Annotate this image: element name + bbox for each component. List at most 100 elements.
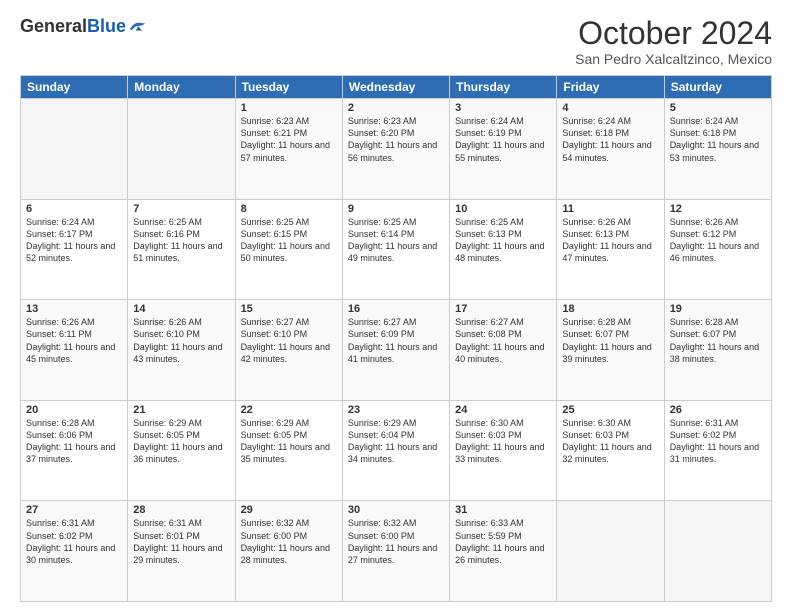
day-number: 5 <box>670 102 766 114</box>
header: GeneralBlue October 2024 San Pedro Xalca… <box>20 16 772 67</box>
cell-content: Sunrise: 6:26 AMSunset: 6:12 PMDaylight:… <box>670 217 759 263</box>
day-number: 18 <box>562 303 658 315</box>
day-number: 8 <box>241 203 337 215</box>
calendar-cell: 7Sunrise: 6:25 AMSunset: 6:16 PMDaylight… <box>128 199 235 300</box>
calendar-cell: 6 Sunrise: 6:24 AMSunset: 6:17 PMDaylight… <box>21 199 128 300</box>
calendar-cell: 14Sunrise: 6:26 AMSunset: 6:10 PMDayligh… <box>128 300 235 401</box>
cell-content: Sunrise: 6:32 AMSunset: 6:00 PMDaylight:… <box>241 518 330 564</box>
calendar-cell: 11 Sunrise: 6:26 AMSunset: 6:13 PMDayligh… <box>557 199 664 300</box>
cell-content: Sunrise: 6:27 AMSunset: 6:08 PMDaylight:… <box>455 317 544 363</box>
cell-content: Sunrise: 6:29 AMSunset: 6:05 PMDaylight:… <box>241 418 330 464</box>
calendar-cell: 22Sunrise: 6:29 AMSunset: 6:05 PMDayligh… <box>235 400 342 501</box>
calendar-cell: 9Sunrise: 6:25 AMSunset: 6:14 PMDaylight… <box>342 199 449 300</box>
calendar-table: SundayMondayTuesdayWednesdayThursdayFrid… <box>20 75 772 602</box>
cell-content: Sunrise: 6:24 AMSunset: 6:17 PMDaylight:… <box>26 217 115 263</box>
day-number: 24 <box>455 404 551 416</box>
cell-content: Sunrise: 6:27 AMSunset: 6:10 PMDaylight:… <box>241 317 330 363</box>
calendar-cell: 8 Sunrise: 6:25 AMSunset: 6:15 PMDaylight… <box>235 199 342 300</box>
cell-content: Sunrise: 6:25 AMSunset: 6:13 PMDaylight:… <box>455 217 544 263</box>
calendar-cell: 27 Sunrise: 6:31 AMSunset: 6:02 PMDayligh… <box>21 501 128 602</box>
calendar-cell: 19 Sunrise: 6:28 AMSunset: 6:07 PMDayligh… <box>664 300 771 401</box>
cell-content: Sunrise: 6:30 AMSunset: 6:03 PMDaylight:… <box>562 418 651 464</box>
cell-content: Sunrise: 6:25 AMSunset: 6:14 PMDaylight:… <box>348 217 437 263</box>
day-header-saturday: Saturday <box>664 76 771 99</box>
title-section: October 2024 San Pedro Xalcaltzinco, Mex… <box>575 16 772 67</box>
day-number: 21 <box>133 404 229 416</box>
day-header-friday: Friday <box>557 76 664 99</box>
cell-content: Sunrise: 6:24 AMSunset: 6:18 PMDaylight:… <box>562 116 651 162</box>
day-number: 29 <box>241 504 337 516</box>
calendar-cell: 23Sunrise: 6:29 AMSunset: 6:04 PMDayligh… <box>342 400 449 501</box>
cell-content: Sunrise: 6:28 AMSunset: 6:07 PMDaylight:… <box>562 317 651 363</box>
page: GeneralBlue October 2024 San Pedro Xalca… <box>0 0 792 612</box>
day-number: 25 <box>562 404 658 416</box>
cell-content: Sunrise: 6:26 AMSunset: 6:13 PMDaylight:… <box>562 217 651 263</box>
header-row: SundayMondayTuesdayWednesdayThursdayFrid… <box>21 76 772 99</box>
calendar-cell: 2 Sunrise: 6:23 AMSunset: 6:20 PMDaylight… <box>342 99 449 200</box>
cell-content: Sunrise: 6:28 AMSunset: 6:06 PMDaylight:… <box>26 418 115 464</box>
cell-content: Sunrise: 6:23 AMSunset: 6:21 PMDaylight:… <box>241 116 330 162</box>
calendar-cell: 20 Sunrise: 6:28 AMSunset: 6:06 PMDayligh… <box>21 400 128 501</box>
cell-content: Sunrise: 6:24 AMSunset: 6:18 PMDaylight:… <box>670 116 759 162</box>
day-number: 12 <box>670 203 766 215</box>
day-header-tuesday: Tuesday <box>235 76 342 99</box>
cell-content: Sunrise: 6:28 AMSunset: 6:07 PMDaylight:… <box>670 317 759 363</box>
day-number: 28 <box>133 504 229 516</box>
cell-content: Sunrise: 6:31 AMSunset: 6:01 PMDaylight:… <box>133 518 222 564</box>
calendar-cell: 16Sunrise: 6:27 AMSunset: 6:09 PMDayligh… <box>342 300 449 401</box>
calendar-cell: 24 Sunrise: 6:30 AMSunset: 6:03 PMDayligh… <box>450 400 557 501</box>
cell-content: Sunrise: 6:31 AMSunset: 6:02 PMDaylight:… <box>26 518 115 564</box>
calendar-cell: 13Sunrise: 6:26 AMSunset: 6:11 PMDayligh… <box>21 300 128 401</box>
calendar-cell: 3Sunrise: 6:24 AMSunset: 6:19 PMDaylight… <box>450 99 557 200</box>
calendar-cell <box>128 99 235 200</box>
day-number: 11 <box>562 203 658 215</box>
week-row-1: 1 Sunrise: 6:23 AMSunset: 6:21 PMDaylight… <box>21 99 772 200</box>
day-number: 1 <box>241 102 337 114</box>
calendar-cell: 12 Sunrise: 6:26 AMSunset: 6:12 PMDayligh… <box>664 199 771 300</box>
day-number: 7 <box>133 203 229 215</box>
cell-content: Sunrise: 6:30 AMSunset: 6:03 PMDaylight:… <box>455 418 544 464</box>
calendar-cell: 29 Sunrise: 6:32 AMSunset: 6:00 PMDayligh… <box>235 501 342 602</box>
calendar-cell: 18 Sunrise: 6:28 AMSunset: 6:07 PMDayligh… <box>557 300 664 401</box>
calendar-cell: 25 Sunrise: 6:30 AMSunset: 6:03 PMDayligh… <box>557 400 664 501</box>
logo-blue: Blue <box>87 16 126 37</box>
logo-general: General <box>20 16 87 37</box>
week-row-3: 13Sunrise: 6:26 AMSunset: 6:11 PMDayligh… <box>21 300 772 401</box>
day-header-monday: Monday <box>128 76 235 99</box>
calendar-cell: 17 Sunrise: 6:27 AMSunset: 6:08 PMDayligh… <box>450 300 557 401</box>
cell-content: Sunrise: 6:29 AMSunset: 6:04 PMDaylight:… <box>348 418 437 464</box>
week-row-4: 20 Sunrise: 6:28 AMSunset: 6:06 PMDayligh… <box>21 400 772 501</box>
day-number: 31 <box>455 504 551 516</box>
calendar-cell: 26Sunrise: 6:31 AMSunset: 6:02 PMDayligh… <box>664 400 771 501</box>
week-row-2: 6 Sunrise: 6:24 AMSunset: 6:17 PMDaylight… <box>21 199 772 300</box>
day-number: 10 <box>455 203 551 215</box>
logo-text: GeneralBlue <box>20 16 148 37</box>
cell-content: Sunrise: 6:23 AMSunset: 6:20 PMDaylight:… <box>348 116 437 162</box>
day-number: 27 <box>26 504 122 516</box>
day-number: 20 <box>26 404 122 416</box>
day-number: 15 <box>241 303 337 315</box>
day-header-sunday: Sunday <box>21 76 128 99</box>
cell-content: Sunrise: 6:31 AMSunset: 6:02 PMDaylight:… <box>670 418 759 464</box>
day-number: 17 <box>455 303 551 315</box>
subtitle: San Pedro Xalcaltzinco, Mexico <box>575 51 772 67</box>
calendar-cell <box>664 501 771 602</box>
cell-content: Sunrise: 6:32 AMSunset: 6:00 PMDaylight:… <box>348 518 437 564</box>
calendar-cell: 10 Sunrise: 6:25 AMSunset: 6:13 PMDayligh… <box>450 199 557 300</box>
calendar-cell: 31Sunrise: 6:33 AMSunset: 5:59 PMDayligh… <box>450 501 557 602</box>
cell-content: Sunrise: 6:26 AMSunset: 6:11 PMDaylight:… <box>26 317 115 363</box>
calendar-cell: 15 Sunrise: 6:27 AMSunset: 6:10 PMDayligh… <box>235 300 342 401</box>
logo-bird-icon <box>128 19 148 35</box>
day-number: 19 <box>670 303 766 315</box>
logo: GeneralBlue <box>20 16 148 37</box>
calendar-cell: 4Sunrise: 6:24 AMSunset: 6:18 PMDaylight… <box>557 99 664 200</box>
day-header-wednesday: Wednesday <box>342 76 449 99</box>
calendar-cell: 5 Sunrise: 6:24 AMSunset: 6:18 PMDaylight… <box>664 99 771 200</box>
day-number: 2 <box>348 102 444 114</box>
calendar-cell <box>21 99 128 200</box>
cell-content: Sunrise: 6:26 AMSunset: 6:10 PMDaylight:… <box>133 317 222 363</box>
calendar-cell: 30 Sunrise: 6:32 AMSunset: 6:00 PMDayligh… <box>342 501 449 602</box>
day-number: 6 <box>26 203 122 215</box>
day-number: 30 <box>348 504 444 516</box>
cell-content: Sunrise: 6:25 AMSunset: 6:15 PMDaylight:… <box>241 217 330 263</box>
